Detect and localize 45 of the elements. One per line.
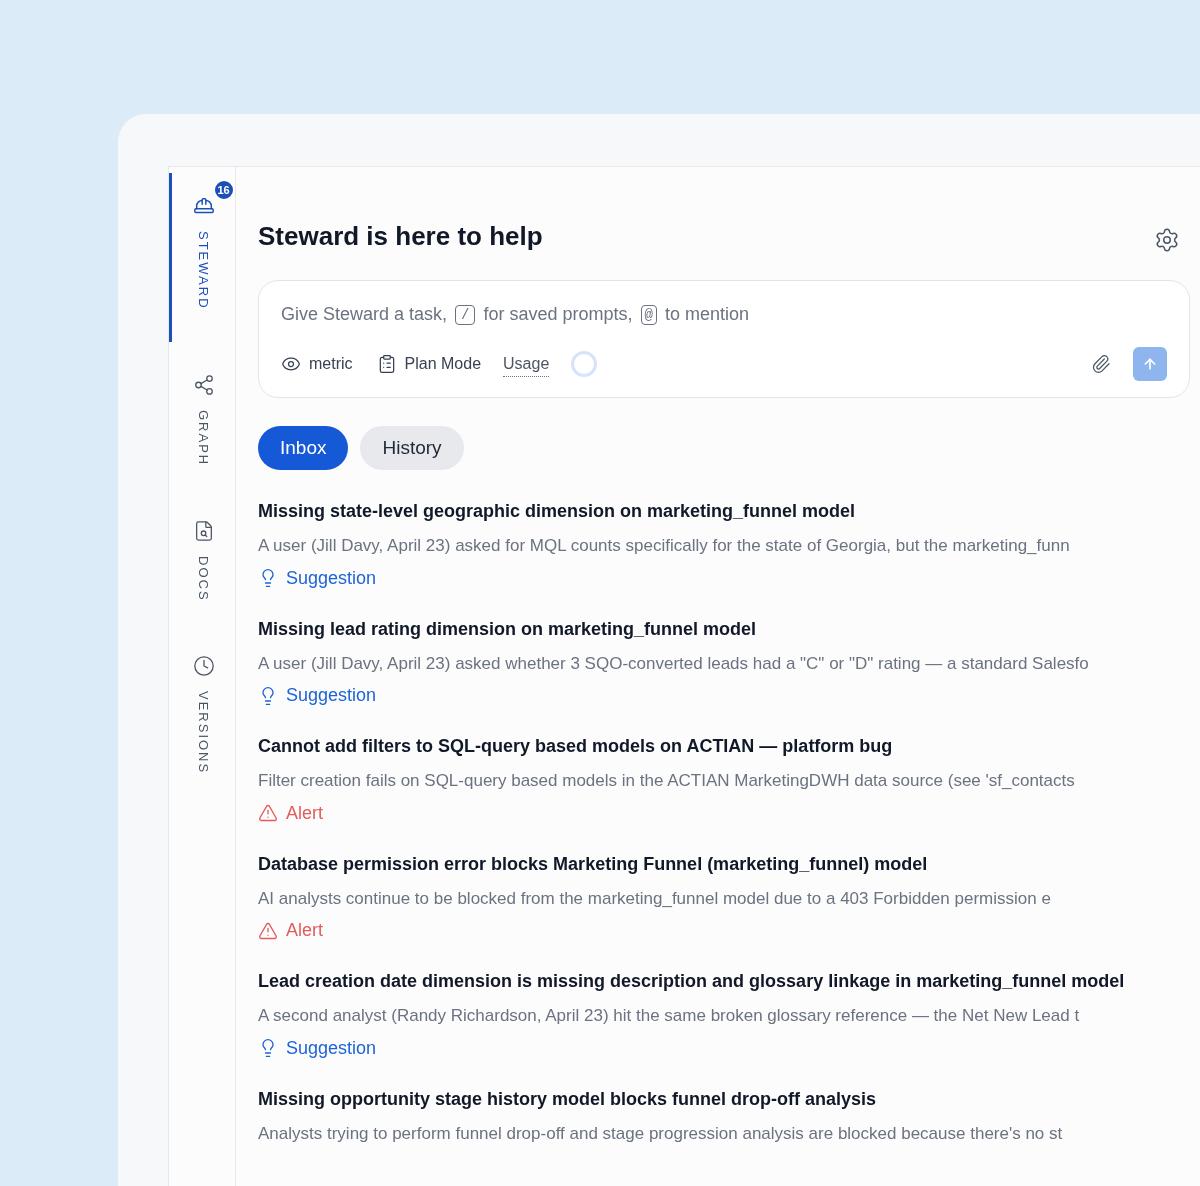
page-title: Steward is here to help bbox=[258, 220, 543, 253]
item-description: Filter creation fails on SQL-query based models in the ACTIAN MarketingDWH data source (see 'sf_contacts bbox=[258, 770, 1076, 792]
sidebar-label: STEWARD bbox=[195, 231, 213, 310]
clock-icon bbox=[192, 655, 215, 678]
placeholder-text: to mention bbox=[664, 303, 749, 326]
sidebar-label: VERSIONS bbox=[195, 691, 213, 775]
item-description: Analysts trying to perform funnel drop-off and stage progression analysis are blocked because there's no st bbox=[258, 1122, 1064, 1145]
item-description: A user (Jill Davy, April 23) asked whether 3 SQO-converted leads had a "C" or "D" rating — a standard Salesfo bbox=[258, 652, 1090, 675]
slash-key: / bbox=[455, 304, 476, 325]
at-key: @ bbox=[640, 304, 657, 325]
sidebar-tab[interactable]: GRAPH bbox=[169, 351, 235, 498]
loading-ring bbox=[571, 351, 598, 377]
item-title[interactable]: Missing state-level geographic dimension on marketing_funnel model bbox=[258, 498, 1200, 525]
alert-label: Alert bbox=[286, 919, 323, 942]
sidebar-label: GRAPH bbox=[195, 409, 213, 466]
sidebar-tab[interactable]: 16 STEWARD bbox=[169, 173, 235, 342]
sidebar-tab[interactable]: DOCS bbox=[169, 497, 235, 634]
metric-button[interactable]: metric bbox=[281, 352, 353, 376]
warning-icon bbox=[258, 803, 278, 823]
item-title[interactable]: Lead creation date dimension is missing description and glossary linkage in marketing_funnel model bbox=[258, 968, 1200, 995]
item-title[interactable]: Missing opportunity stage history model blocks funnel drop-off analysis bbox=[258, 1085, 1200, 1113]
suggestion-label: Suggestion bbox=[286, 684, 377, 707]
item-title[interactable]: Database permission error blocks Marketing Funnel (marketing_funnel) model bbox=[258, 850, 1200, 878]
settings-icon[interactable] bbox=[1154, 226, 1180, 253]
alert-label: Alert bbox=[286, 801, 323, 825]
warning-icon bbox=[258, 920, 278, 941]
item-title[interactable]: Missing lead rating dimension on marketing_funnel model bbox=[258, 615, 1200, 643]
share-icon bbox=[192, 373, 215, 396]
item-description: AI analysts continue to be blocked from the marketing_funnel model due to a 403 Forbidden permission e bbox=[258, 887, 1052, 910]
plan-mode-button[interactable]: Plan Mode bbox=[376, 352, 482, 376]
tab[interactable]: History bbox=[360, 426, 464, 470]
placeholder-text: for saved prompts, bbox=[483, 303, 633, 326]
prompt-input[interactable]: Give Steward a task, / for saved prompts, @ to mention metric Plan Mode Usage bbox=[258, 280, 1190, 398]
suggestion-label: Suggestion bbox=[286, 1036, 377, 1060]
tab[interactable]: Inbox bbox=[258, 426, 349, 470]
item-description: A second analyst (Randy Richardson, April 23) hit the same broken glossary reference — the Net New Lead t bbox=[258, 1005, 1081, 1027]
sidebar-label: DOCS bbox=[195, 555, 213, 602]
suggestion-label: Suggestion bbox=[286, 566, 377, 590]
sidebar-tab[interactable]: VERSIONS bbox=[169, 633, 235, 807]
item-title[interactable]: Cannot add filters to SQL-query based models on ACTIAN — platform bug bbox=[258, 733, 1200, 760]
count-badge: 16 bbox=[212, 179, 235, 201]
placeholder-text: Give Steward a task, bbox=[281, 303, 448, 326]
usage-link[interactable]: Usage bbox=[503, 351, 550, 377]
item-description: A user (Jill Davy, April 23) asked for MQL counts specifically for the state of Georgia, but the marketing_funn bbox=[258, 535, 1071, 557]
paperclip-icon[interactable] bbox=[1091, 354, 1111, 374]
